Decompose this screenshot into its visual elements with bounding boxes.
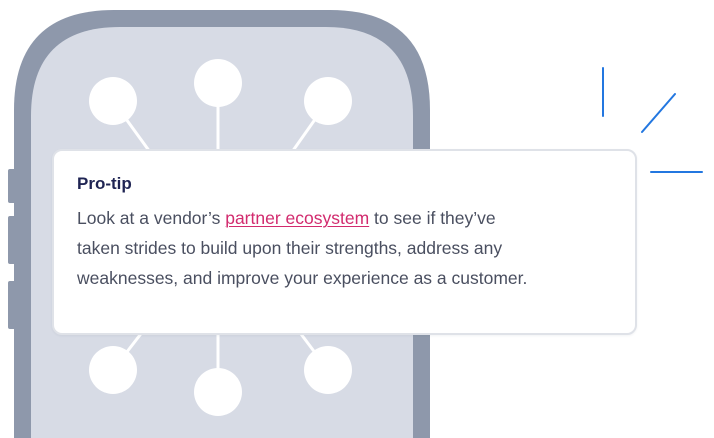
pro-tip-card: Pro-tip Look at a vendor’s partner ecosy… bbox=[52, 149, 637, 335]
partner-ecosystem-link[interactable]: partner ecosystem bbox=[225, 208, 369, 228]
pro-tip-illustration: Pro-tip Look at a vendor’s partner ecosy… bbox=[0, 0, 714, 438]
tip-text-segment: taken strides to build upon their streng… bbox=[77, 238, 503, 258]
spark-line bbox=[641, 93, 676, 133]
tip-text-segment: weaknesses, and improve your experience … bbox=[77, 268, 528, 288]
pro-tip-body: Look at a vendor’s partner ecosystem to … bbox=[77, 203, 617, 293]
tip-text-segment: Look at a vendor’s bbox=[77, 208, 221, 228]
tip-text-segment: to see if they’ve bbox=[374, 208, 496, 228]
pro-tip-title: Pro-tip bbox=[77, 174, 132, 193]
